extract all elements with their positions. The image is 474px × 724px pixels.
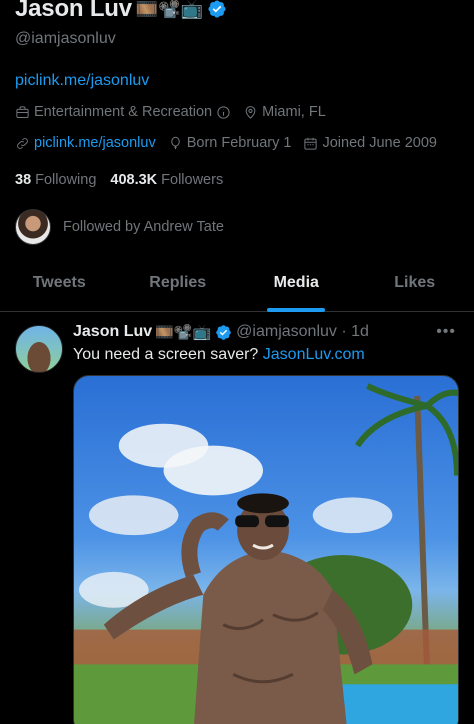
tweet-text: You need a screen saver? JasonLuv.com [73, 346, 365, 364]
birthday-label: Born February 1 [186, 135, 292, 151]
category-item: Entertainment & Recreation [15, 104, 231, 120]
tweet-link[interactable]: JasonLuv.com [263, 346, 365, 363]
tweet-author-emojis: 🎞️📽️📺 [155, 324, 212, 341]
tweet-avatar[interactable] [15, 325, 63, 373]
profile-tabs: Tweets Replies Media Likes [0, 262, 474, 312]
joined-label: Joined June 2009 [322, 135, 437, 151]
tab-media[interactable]: Media [237, 262, 356, 311]
info-icon[interactable] [216, 105, 231, 120]
calendar-icon [304, 137, 318, 150]
tweet-handle-time: @iamjasonluv · 1d [236, 323, 369, 340]
followers-count[interactable]: 408.3K [110, 172, 157, 188]
location-item: Miami, FL [243, 104, 326, 120]
bio-link[interactable]: piclink.me/jasonluv [15, 72, 149, 90]
tweet-author-name[interactable]: Jason Luv [73, 323, 152, 341]
website-link[interactable]: piclink.me/jasonluv [34, 135, 156, 151]
media-photo [74, 383, 458, 724]
joined-item: Joined June 2009 [303, 135, 437, 151]
following-count[interactable]: 38 [15, 172, 31, 188]
tweet-media-image[interactable] [73, 375, 459, 724]
tweet[interactable]: Jason Luv 🎞️📽️📺 @iamjasonluv · 1d ••• Yo… [0, 313, 474, 724]
birthday-item: Born February 1 [168, 135, 292, 151]
follow-stats: 38 Following 408.3K Followers [15, 172, 237, 188]
tweet-header: Jason Luv 🎞️📽️📺 @iamjasonluv · 1d [73, 323, 369, 341]
location-pin-icon [245, 105, 256, 119]
profile-name: Jason Luv [15, 0, 132, 22]
category-label: Entertainment & Recreation [34, 104, 213, 120]
balloon-icon [170, 136, 180, 149]
profile-meta-row-2: piclink.me/jasonluv Born February 1 Join… [15, 135, 449, 151]
tweet-text-body: You need a screen saver? [73, 346, 259, 363]
profile-name-row: Jason Luv 🎞️📽️📺 [15, 0, 465, 22]
profile-handle: @iamjasonluv [15, 30, 116, 47]
more-options-icon[interactable]: ••• [436, 323, 456, 341]
tab-likes[interactable]: Likes [356, 262, 474, 311]
website-item[interactable]: piclink.me/jasonluv [15, 135, 156, 151]
verified-badge-icon [216, 324, 231, 340]
tab-tweets[interactable]: Tweets [0, 262, 119, 311]
briefcase-icon [16, 105, 29, 118]
followed-by-row[interactable]: Followed by Andrew Tate [15, 209, 224, 245]
follower-avatar [15, 209, 51, 245]
link-icon [17, 137, 28, 149]
followed-by-text: Followed by Andrew Tate [63, 219, 224, 235]
tab-replies[interactable]: Replies [119, 262, 238, 311]
following-label[interactable]: Following [35, 172, 96, 188]
followers-label[interactable]: Followers [161, 172, 223, 188]
profile-header: Jason Luv 🎞️📽️📺 [15, 0, 465, 22]
location-label: Miami, FL [262, 104, 326, 120]
profile-meta-row-1: Entertainment & Recreation Miami, FL [15, 104, 338, 120]
verified-badge-icon [208, 0, 226, 18]
name-emojis: 🎞️📽️📺 [135, 0, 204, 19]
